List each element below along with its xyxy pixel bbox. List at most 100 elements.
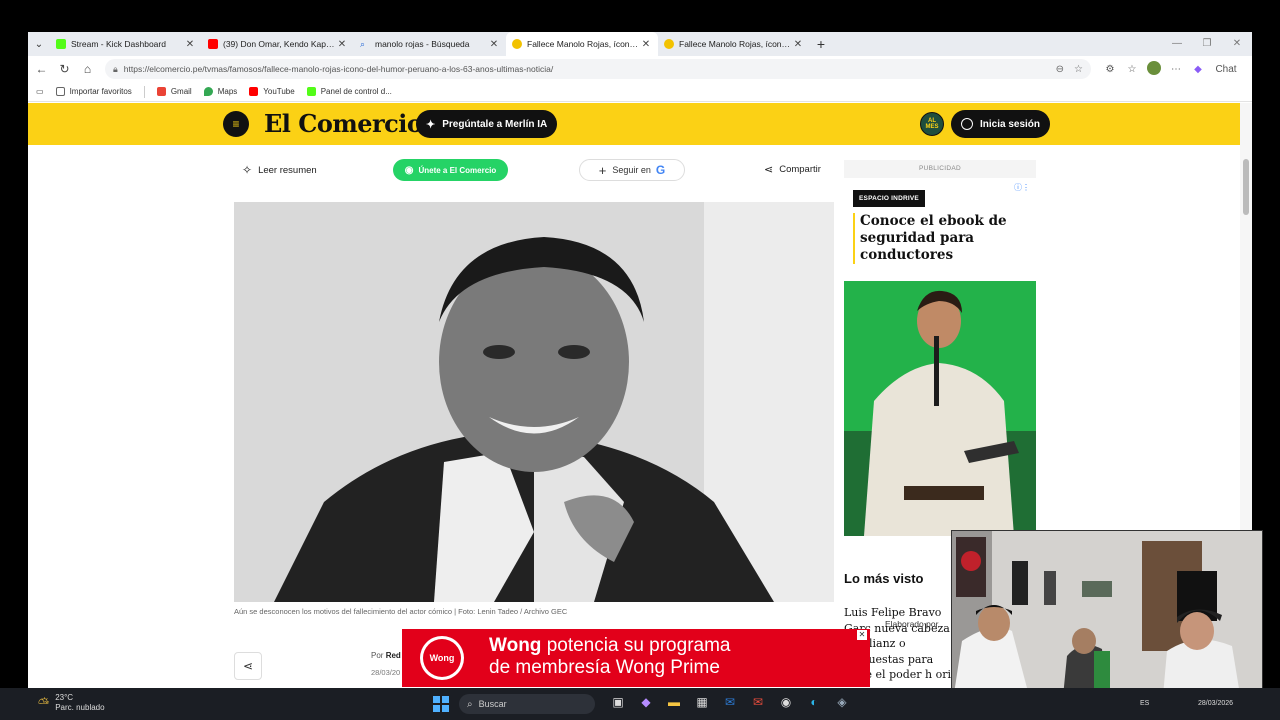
hamburger-menu-icon[interactable]: ≡ xyxy=(223,111,249,137)
minimize-icon[interactable]: — xyxy=(1162,32,1192,56)
tab-label: (39) Don Omar, Kendo Kapponi - M xyxy=(223,39,336,49)
close-window-icon[interactable]: ✕ xyxy=(1222,32,1252,56)
wong-logo: Wong xyxy=(420,636,464,680)
task-view-icon[interactable]: ▣ xyxy=(604,695,632,709)
tab-elcomercio-active[interactable]: Fallece Manolo Rojas, ícono del hu ✕ xyxy=(506,32,658,56)
tab-close-icon[interactable]: ✕ xyxy=(488,39,500,50)
url-field[interactable]: 🔒︎ https://elcomercio.pe/tvmas/famosos/f… xyxy=(105,59,1091,79)
store-icon[interactable]: ▦ xyxy=(688,695,716,709)
tab-youtube[interactable]: (39) Don Omar, Kendo Kapponi - M ✕ xyxy=(202,32,354,56)
follow-google-button[interactable]: + Seguir en G xyxy=(579,159,685,181)
steam-icon[interactable]: ◈ xyxy=(828,695,856,709)
tab-close-icon[interactable]: ✕ xyxy=(640,39,652,50)
wong-bottom-ad[interactable]: Wong Wong potencia su programa de membre… xyxy=(402,629,870,687)
user-icon xyxy=(961,118,973,130)
tab-label: Stream - Kick Dashboard xyxy=(71,39,166,49)
home-icon[interactable]: ⌂ xyxy=(76,62,99,76)
profile-avatar[interactable] xyxy=(1143,60,1165,78)
search-icon: ⌕ xyxy=(467,698,473,710)
pinned-apps: ▣ ◆ ▬ ▦ ✉ ✉ ◉ ◐ ◈ xyxy=(604,695,856,709)
favorites-bar-tab-icon[interactable]: ▭ xyxy=(36,87,44,96)
copilot-icon[interactable]: ◆ xyxy=(1187,64,1209,75)
ad-info-icon[interactable]: ⓘ⋮ xyxy=(1014,182,1030,193)
weather-text: Parc. nublado xyxy=(55,703,105,712)
webcam-overlay xyxy=(951,530,1263,706)
favorites-bar: ▭ Importar favoritos Gmail Maps YouTube … xyxy=(28,82,1252,102)
leer-resumen-button[interactable]: ✧ Leer resumen xyxy=(242,163,317,177)
kick-icon xyxy=(306,87,316,96)
scrollbar-thumb[interactable] xyxy=(1243,159,1249,215)
tab-elcomercio[interactable]: Fallece Manolo Rojas, ícono del hu ✕ xyxy=(658,32,810,56)
taskbar-search[interactable]: ⌕ Buscar xyxy=(459,694,595,714)
copilot-label[interactable]: Chat xyxy=(1215,64,1237,75)
login-button[interactable]: Inicia sesión xyxy=(951,110,1051,138)
tab-bing-search[interactable]: ⌕ manolo rojas - Búsqueda ✕ xyxy=(354,32,506,56)
article-photo xyxy=(234,202,834,602)
portrait-illustration xyxy=(234,202,834,602)
ad-title[interactable]: Conoce el ebook de seguridad para conduc… xyxy=(853,213,1028,264)
ad-close-icon[interactable]: ✕ xyxy=(857,630,867,640)
merlin-ia-button[interactable]: ✦ Pregúntale a Merlín IA xyxy=(416,110,558,138)
favorites-icon[interactable]: ☆ xyxy=(1121,64,1143,75)
publish-date: 28/03/20 xyxy=(371,668,401,677)
windows-start-icon[interactable] xyxy=(433,696,449,712)
tab-label: manolo rojas - Búsqueda xyxy=(375,39,470,49)
fav-maps[interactable]: Maps xyxy=(203,87,237,96)
url-text: https://elcomercio.pe/tvmas/famosos/fall… xyxy=(123,64,554,74)
maps-icon xyxy=(203,87,213,96)
plus-icon: + xyxy=(598,162,607,178)
back-icon[interactable]: ← xyxy=(30,62,53,76)
partly-cloudy-icon: ⛅︎ xyxy=(38,694,50,711)
lo-mas-visto-heading: Lo más visto xyxy=(844,571,924,586)
share-side-icon[interactable]: ⋖ xyxy=(234,652,262,680)
address-bar-row: ← ↻ ⌂ 🔒︎ https://elcomercio.pe/tvmas/fam… xyxy=(28,56,1252,82)
toolbar: ⚙ ☆ ⋯ ◆ Chat xyxy=(1099,60,1237,78)
al-mes-badge[interactable]: AL MES xyxy=(920,112,944,136)
fav-kick-panel[interactable]: Panel de control d... xyxy=(306,87,392,96)
tab-actions-menu-icon[interactable]: ⌄ xyxy=(28,32,50,56)
join-whatsapp-button[interactable]: ◉ Únete a El Comercio xyxy=(393,159,508,181)
refresh-icon[interactable]: ↻ xyxy=(53,62,76,76)
sparkle-icon: ✧ xyxy=(242,163,253,177)
tab-close-icon[interactable]: ✕ xyxy=(792,39,804,50)
obs-icon[interactable]: ◉ xyxy=(772,695,800,709)
outlook-icon[interactable]: ✉ xyxy=(716,695,744,709)
tab-close-icon[interactable]: ✕ xyxy=(336,39,348,50)
kick-favicon-icon xyxy=(56,39,66,49)
tab-kick-dashboard[interactable]: Stream - Kick Dashboard ✕ xyxy=(50,32,202,56)
fav-youtube[interactable]: YouTube xyxy=(249,87,295,96)
weather-widget[interactable]: ⛅︎ 23°C Parc. nublado xyxy=(38,693,105,713)
ad-image[interactable] xyxy=(844,281,1036,536)
edge-icon[interactable]: ◐ xyxy=(800,695,828,709)
favorites-divider xyxy=(143,85,145,98)
tab-close-icon[interactable]: ✕ xyxy=(184,39,196,50)
windows-taskbar: ⛅︎ 23°C Parc. nublado ⌕ Buscar ▣ ◆ ▬ ▦ ✉… xyxy=(0,688,1280,720)
article-actions: ✧ Leer resumen ◉ Únete a El Comercio + S… xyxy=(234,159,834,183)
share-button[interactable]: ⋖ Compartir xyxy=(764,163,821,176)
file-explorer-icon[interactable]: ▬ xyxy=(660,695,688,709)
google-icon: G xyxy=(655,163,666,177)
restore-icon[interactable]: ❐ xyxy=(1192,32,1222,56)
mail-icon[interactable]: ✉ xyxy=(744,695,772,709)
copilot-app-icon[interactable]: ◆ xyxy=(632,695,660,709)
language-indicator[interactable]: ES xyxy=(1140,700,1149,707)
photo-caption: Aún se desconocen los motivos del fallec… xyxy=(234,607,568,616)
share-icon: ⋖ xyxy=(764,164,774,176)
extensions-icon[interactable]: ⚙ xyxy=(1099,64,1121,75)
fav-gmail[interactable]: Gmail xyxy=(156,87,192,96)
fav-import[interactable]: Importar favoritos xyxy=(55,87,132,96)
byline-author[interactable]: Red xyxy=(386,651,401,660)
search-favicon-icon: ⌕ xyxy=(360,39,366,49)
elcomercio-favicon-icon xyxy=(664,39,674,49)
wong-ad-text: Wong potencia su programa de membresía W… xyxy=(489,635,731,678)
more-menu-icon[interactable]: ⋯ xyxy=(1165,64,1187,75)
favorite-star-icon[interactable]: ☆ xyxy=(1074,64,1083,75)
el-comercio-logo[interactable]: El Comercio xyxy=(264,109,423,138)
new-tab-icon[interactable]: + xyxy=(810,36,832,52)
temperature: 23°C xyxy=(55,693,74,702)
gmail-icon xyxy=(156,87,166,96)
whatsapp-icon: ◉ xyxy=(404,164,414,176)
reader-mode-icon[interactable]: ⊖ xyxy=(1056,64,1064,75)
sidebar-ad[interactable]: ESPACIO INDRIVE ⓘ⋮ Conoce el ebook de se… xyxy=(844,179,1036,629)
system-clock-date[interactable]: 28/03/2026 xyxy=(1198,700,1233,707)
